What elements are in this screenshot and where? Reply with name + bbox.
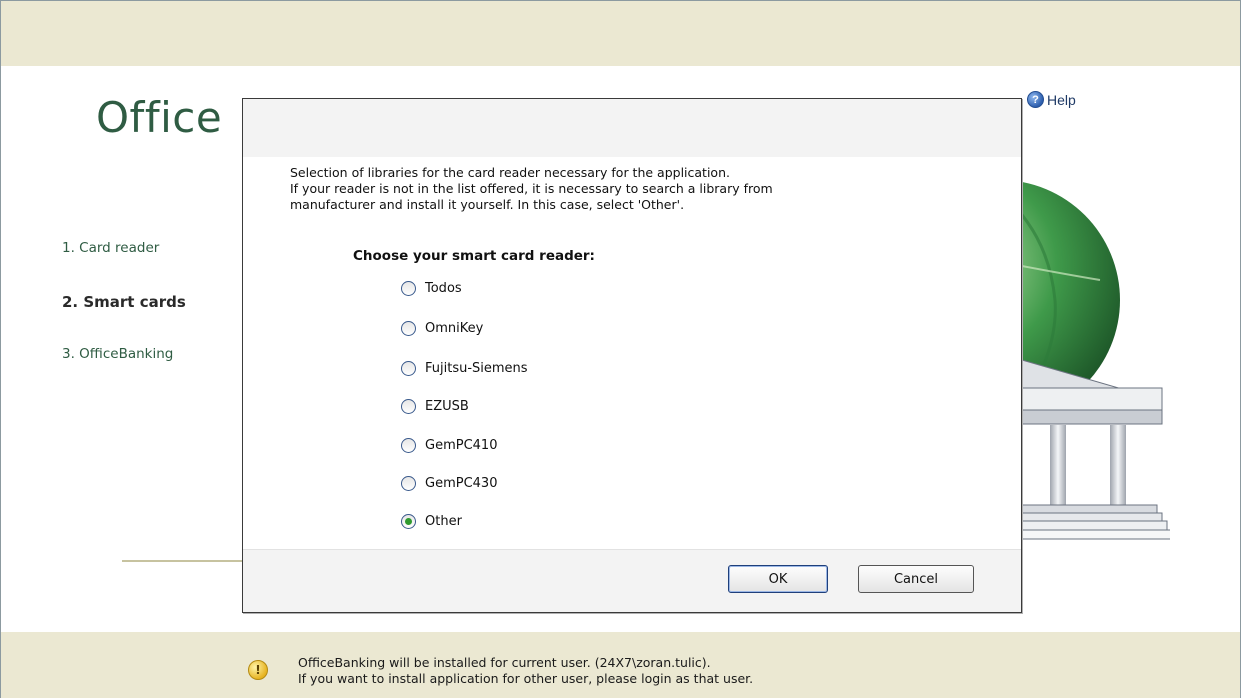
dialog-description: Selection of libraries for the card read… [290, 165, 940, 213]
radio-button[interactable] [401, 281, 416, 296]
top-band [1, 1, 1240, 66]
option-label: Fujitsu-Siemens [425, 361, 528, 376]
reader-option-gempc410[interactable]: GemPC410 [401, 438, 497, 453]
reader-option-gempc430[interactable]: GemPC430 [401, 476, 497, 491]
help-link[interactable]: ? Help [1027, 91, 1076, 108]
option-label: Other [425, 514, 462, 529]
ok-button[interactable]: OK [728, 565, 828, 593]
notice-text: OfficeBanking will be installed for curr… [298, 655, 753, 687]
cancel-button[interactable]: Cancel [858, 565, 974, 593]
radio-button[interactable] [401, 321, 416, 336]
option-label: GemPC430 [425, 476, 498, 491]
option-label: OmniKey [425, 321, 484, 336]
option-label: GemPC410 [425, 438, 498, 453]
description-line-2: If your reader is not in the list offere… [290, 181, 773, 196]
reader-option-fujitsu-siemens[interactable]: Fujitsu-Siemens [401, 361, 528, 376]
divider [122, 560, 244, 562]
reader-option-todos[interactable]: Todos [401, 281, 462, 296]
option-label: Todos [425, 281, 462, 296]
description-line-1: Selection of libraries for the card read… [290, 165, 730, 180]
help-label: Help [1047, 91, 1076, 108]
radio-button[interactable] [401, 399, 416, 414]
description-line-3: manufacturer and install it yourself. In… [290, 197, 685, 212]
app-title: Office [96, 93, 223, 142]
step-officebanking[interactable]: 3. OfficeBanking [62, 346, 173, 362]
notice-line-1: OfficeBanking will be installed for curr… [298, 655, 711, 670]
dialog-body [243, 157, 1021, 547]
reader-option-ezusb[interactable]: EZUSB [401, 399, 469, 414]
step-card-reader[interactable]: 1. Card reader [62, 240, 159, 256]
help-icon: ? [1027, 91, 1044, 108]
option-label: EZUSB [425, 399, 469, 414]
radio-button-selected[interactable] [401, 514, 416, 529]
dialog-header [243, 99, 1021, 157]
notice-line-2: If you want to install application for o… [298, 671, 754, 686]
radio-button[interactable] [401, 361, 416, 376]
install-notice: ! OfficeBanking will be installed for cu… [248, 655, 753, 687]
reader-choice-heading: Choose your smart card reader: [353, 248, 595, 264]
step-smart-cards[interactable]: 2. Smart cards [62, 293, 186, 311]
warning-icon: ! [248, 660, 268, 680]
reader-option-other[interactable]: Other [401, 514, 462, 529]
radio-button[interactable] [401, 438, 416, 453]
radio-button[interactable] [401, 476, 416, 491]
card-reader-dialog: Selection of libraries for the card read… [242, 98, 1022, 613]
reader-option-omnikey[interactable]: OmniKey [401, 321, 483, 336]
